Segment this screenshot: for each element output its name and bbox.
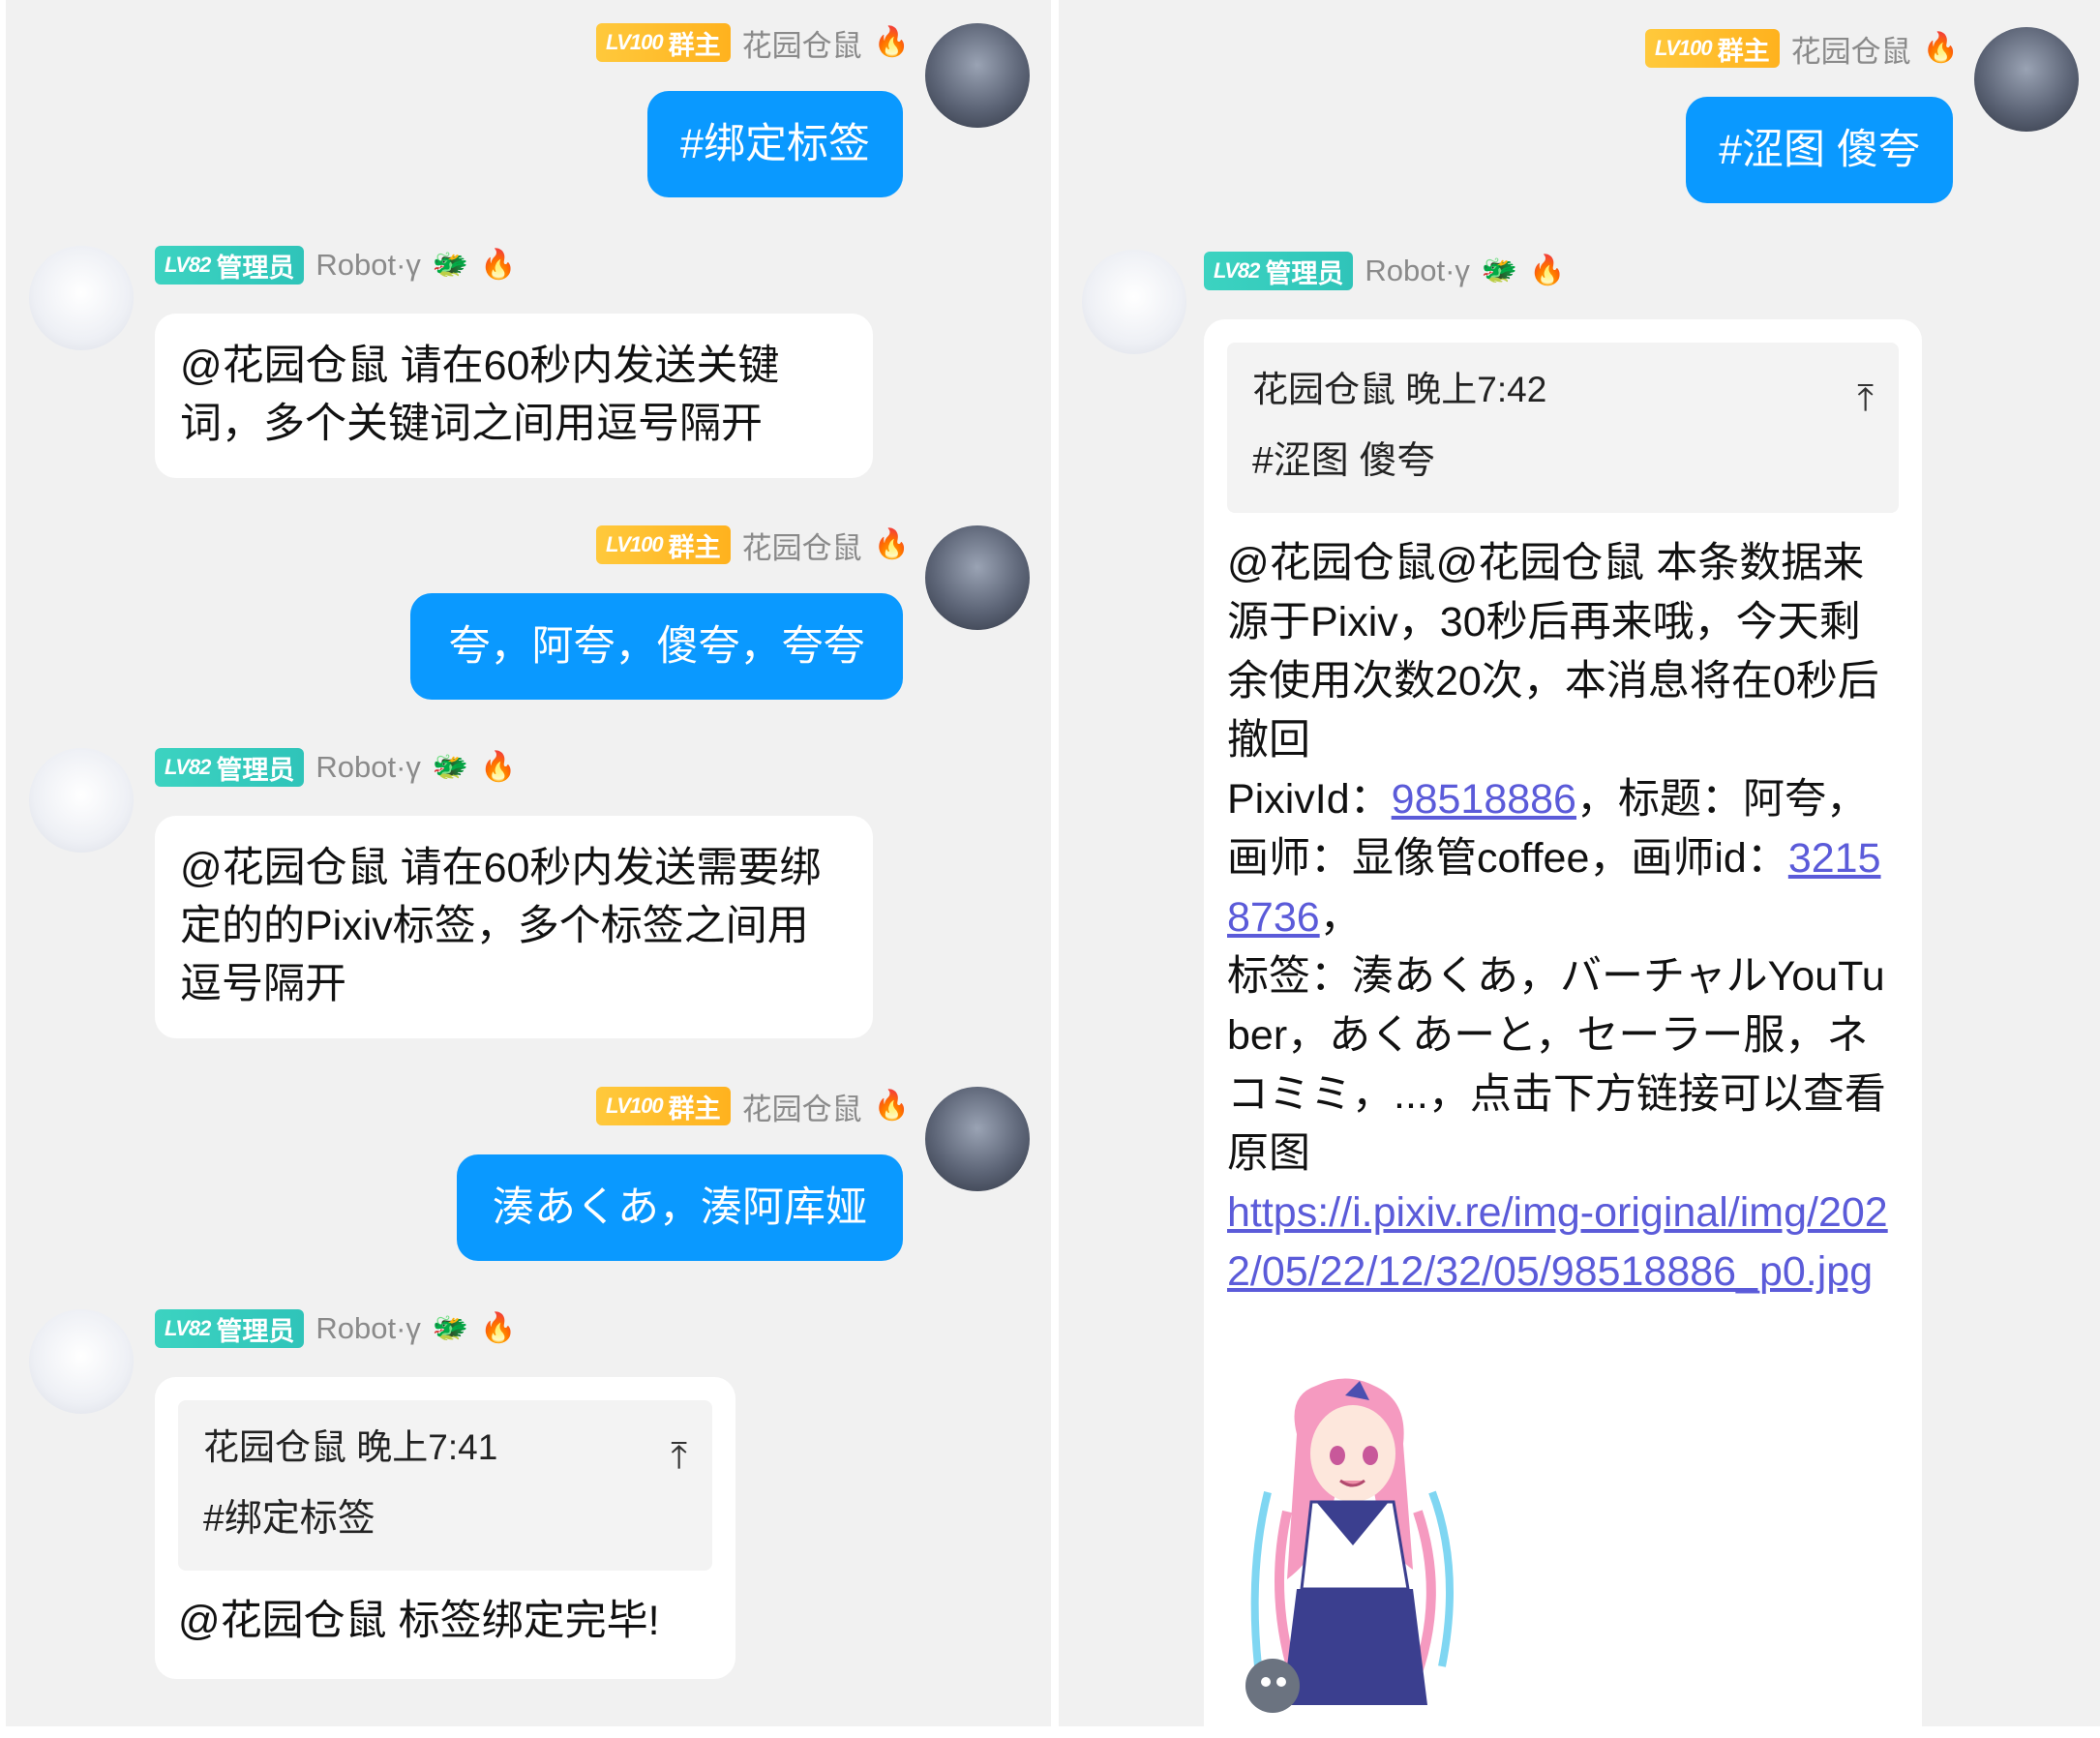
bot-avatar[interactable]: [29, 1309, 134, 1414]
sender-name[interactable]: Robot·γ: [315, 1311, 421, 1346]
message-bubble[interactable]: 花园仓鼠 晚上7:41 #绑定标签 ⤒ @花园仓鼠 标签绑定完毕!: [155, 1377, 735, 1679]
message-bubble[interactable]: 湊あくあ，湊阿库娅: [457, 1154, 903, 1261]
level-badge: LV100 群主: [596, 23, 731, 62]
fire-icon: 🔥: [873, 1090, 910, 1122]
message-body: @花园仓鼠@花园仓鼠 本条数据来源于Pixiv，30秒后再来哦，今天剩余使用次数…: [1227, 534, 1899, 1302]
pixiv-info: PixivId：98518886，标题：阿夸，画师：显像管coffee，画师id…: [1227, 770, 1899, 947]
quote-header: 花园仓鼠 晚上7:41: [203, 1427, 498, 1467]
dragon-icon: 🐲: [432, 751, 469, 783]
fire-icon: 🔥: [1922, 32, 1959, 64]
sender-header: LV100 群主 花园仓鼠 🔥: [596, 1085, 910, 1128]
message-text: @花园仓鼠 标签绑定完毕!: [178, 1598, 660, 1644]
bot-avatar[interactable]: [29, 246, 134, 350]
sender-header: LV82 管理员 Robot·γ 🐲 🔥: [155, 1309, 517, 1348]
pixiv-illustration-image[interactable]: [1229, 1376, 1483, 1721]
label-text: PixivId：: [1227, 776, 1392, 823]
fire-icon: 🔥: [873, 26, 910, 58]
jump-to-top-icon[interactable]: ⤒: [1857, 370, 1874, 428]
fire-icon: 🔥: [873, 528, 910, 560]
sender-header: LV82 管理员 Robot·γ 🐲 🔥: [1204, 252, 1566, 290]
message-text: @花园仓鼠@花园仓鼠 本条数据来源于Pixiv，30秒后再来哦，今天剩余使用次数…: [1227, 540, 1879, 764]
level-badge: LV82 管理员: [155, 246, 305, 285]
fire-icon: 🔥: [480, 751, 517, 783]
level-badge: LV82 管理员: [155, 1309, 305, 1348]
owner-avatar[interactable]: [925, 23, 1030, 128]
sender-header: LV82 管理员 Robot·γ 🐲 🔥: [155, 246, 517, 285]
sender-name[interactable]: 花园仓鼠: [742, 21, 862, 65]
sender-name[interactable]: Robot·γ: [1365, 254, 1470, 288]
sender-name[interactable]: Robot·γ: [315, 248, 421, 283]
quote-header: 花园仓鼠 晚上7:42: [1252, 370, 1547, 409]
bot-avatar[interactable]: [29, 748, 134, 853]
tags-text: 标签：湊あくあ，バーチャルYouTuber，あくあーと，セーラー服，ネコミミ，.…: [1227, 953, 1886, 1177]
message-text: @花园仓鼠 请在60秒内发送需要绑定的的Pixiv标签，多个标签之间用逗号隔开: [180, 845, 822, 1007]
owner-avatar[interactable]: [925, 525, 1030, 630]
message-bubble[interactable]: @花园仓鼠 请在60秒内发送关键词，多个关键词之间用逗号隔开: [155, 314, 873, 478]
quote-text: #涩图 傻夸: [1252, 440, 1435, 482]
level-badge: LV82 管理员: [1204, 252, 1354, 290]
message-text: #绑定标签: [680, 121, 870, 167]
owner-avatar[interactable]: [1974, 27, 2079, 132]
sender-header: LV82 管理员 Robot·γ 🐲 🔥: [155, 748, 517, 787]
sender-header: LV100 群主 花园仓鼠 🔥: [596, 21, 910, 65]
sender-name[interactable]: 花园仓鼠: [1791, 27, 1911, 71]
level-badge: LV82 管理员: [155, 748, 305, 787]
pixiv-id-link[interactable]: 98518886: [1392, 776, 1576, 823]
message-text: #涩图 傻夸: [1719, 127, 1920, 173]
bot-avatar[interactable]: [1082, 250, 1186, 354]
anime-girl-illustration: [1229, 1376, 1483, 1721]
level-badge: LV100 群主: [596, 1087, 731, 1125]
fire-icon: 🔥: [480, 1312, 517, 1344]
original-image-link[interactable]: https://i.pixiv.re/img-original/img/2022…: [1227, 1184, 1899, 1302]
quoted-message[interactable]: 花园仓鼠 晚上7:41 #绑定标签 ⤒: [178, 1400, 712, 1571]
message-bubble[interactable]: #涩图 傻夸: [1686, 97, 1953, 203]
sender-header: LV100 群主 花园仓鼠 🔥: [596, 524, 910, 567]
message-text: 湊あくあ，湊阿库娅: [493, 1184, 867, 1231]
owner-avatar[interactable]: [925, 1087, 1030, 1191]
quote-text: #绑定标签: [203, 1498, 375, 1540]
sender-name[interactable]: Robot·γ: [315, 750, 421, 785]
quoted-message[interactable]: 花园仓鼠 晚上7:42 #涩图 傻夸 ⤒: [1227, 343, 1899, 513]
chat-panel-left: LV100 群主 花园仓鼠 🔥 #绑定标签 LV82 管理员 Robot·γ 🐲 🔥…: [6, 0, 1051, 1726]
dragon-icon: 🐲: [1481, 255, 1518, 286]
sender-header: LV100 群主 花园仓鼠 🔥: [1645, 27, 1959, 71]
fire-icon: 🔥: [480, 249, 517, 281]
message-bubble[interactable]: 夸，阿夸，傻夸，夸夸: [410, 593, 903, 700]
sender-name[interactable]: 花园仓鼠: [742, 1085, 862, 1128]
dragon-icon: 🐲: [432, 249, 469, 281]
jump-to-top-icon[interactable]: ⤒: [671, 1427, 687, 1485]
message-text: 夸，阿夸，傻夸，夸夸: [448, 623, 865, 670]
dragon-icon: 🐲: [432, 1312, 469, 1344]
level-badge: LV100 群主: [596, 525, 731, 564]
fire-icon: 🔥: [1529, 255, 1566, 286]
chat-panel-right: LV100 群主 花园仓鼠 🔥 #涩图 傻夸 LV82 管理员 Robot·γ 🐲 …: [1059, 0, 2100, 1726]
sender-name[interactable]: 花园仓鼠: [742, 524, 862, 567]
level-badge: LV100 群主: [1645, 29, 1780, 68]
message-text: @花园仓鼠 请在60秒内发送关键词，多个关键词之间用逗号隔开: [180, 343, 780, 447]
message-bubble[interactable]: #绑定标签: [647, 91, 903, 197]
message-bubble[interactable]: @花园仓鼠 请在60秒内发送需要绑定的的Pixiv标签，多个标签之间用逗号隔开: [155, 816, 873, 1038]
punctuation: ，: [1319, 894, 1362, 941]
